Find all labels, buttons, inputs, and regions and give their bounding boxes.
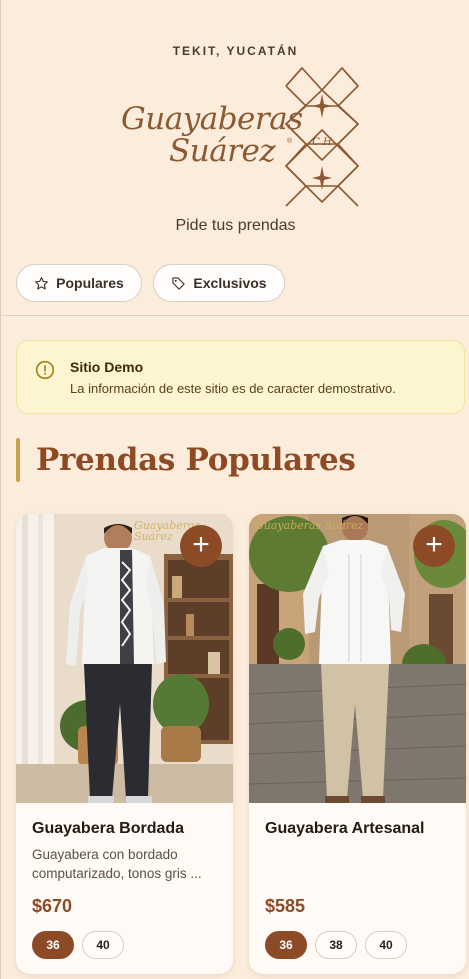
size-selector: 36 38 40: [265, 931, 407, 959]
header-divider: [1, 315, 469, 316]
size-option[interactable]: 40: [365, 931, 407, 959]
tag-icon: [172, 276, 186, 290]
product-card[interactable]: Guayaberas Suárez + Guayabera Bordada Gu…: [16, 514, 233, 974]
product-name: Guayabera Artesanal: [265, 820, 425, 837]
product-description: Guayabera con bordado computarizado, ton…: [32, 847, 202, 881]
alert-circle-icon: [35, 360, 55, 380]
filter-populares-button[interactable]: Populares: [16, 264, 142, 302]
size-option[interactable]: 36: [265, 931, 307, 959]
filter-populares-label: Populares: [56, 275, 124, 291]
monogram-letters: C H: [312, 137, 332, 148]
notice-text: La información de este sitio es de carac…: [70, 381, 396, 396]
product-price: $585: [265, 896, 306, 916]
product-card[interactable]: Guayaberas Suárez + Guayabera Artesanal …: [249, 514, 466, 974]
add-to-cart-button[interactable]: +: [413, 525, 455, 567]
tagline: Pide tus prendas: [175, 217, 296, 234]
product-price: $670: [32, 896, 73, 916]
monogram-diamond-icon: C H: [284, 66, 360, 207]
brand-logo[interactable]: Guayaberas Suárez ® C H: [119, 66, 360, 212]
add-to-cart-button[interactable]: +: [180, 525, 222, 567]
demo-notice: Sitio Demo La información de este sitio …: [16, 340, 465, 414]
size-option[interactable]: 36: [32, 931, 74, 959]
product-name: Guayabera Bordada: [32, 820, 185, 837]
brand-name-line1: Guayaberas: [121, 101, 303, 137]
brand-name-line2: Suárez: [169, 133, 276, 169]
size-option[interactable]: 40: [82, 931, 124, 959]
section-title: Prendas Populares: [36, 442, 356, 478]
filter-exclusivos-label: Exclusivos: [193, 275, 267, 291]
size-selector: 36 40: [32, 931, 124, 959]
size-option[interactable]: 38: [315, 931, 357, 959]
notice-title: Sitio Demo: [70, 359, 144, 375]
photo-watermark: Guayaberas Suárez: [255, 519, 364, 532]
section-accent-bar: [16, 438, 20, 482]
location-label: TEKIT, YUCATÁN: [172, 44, 299, 58]
page: TEKIT, YUCATÁN Guayaberas Suárez ® C H P…: [0, 0, 469, 979]
star-icon: [35, 276, 49, 289]
filter-exclusivos-button[interactable]: Exclusivos: [153, 264, 285, 302]
